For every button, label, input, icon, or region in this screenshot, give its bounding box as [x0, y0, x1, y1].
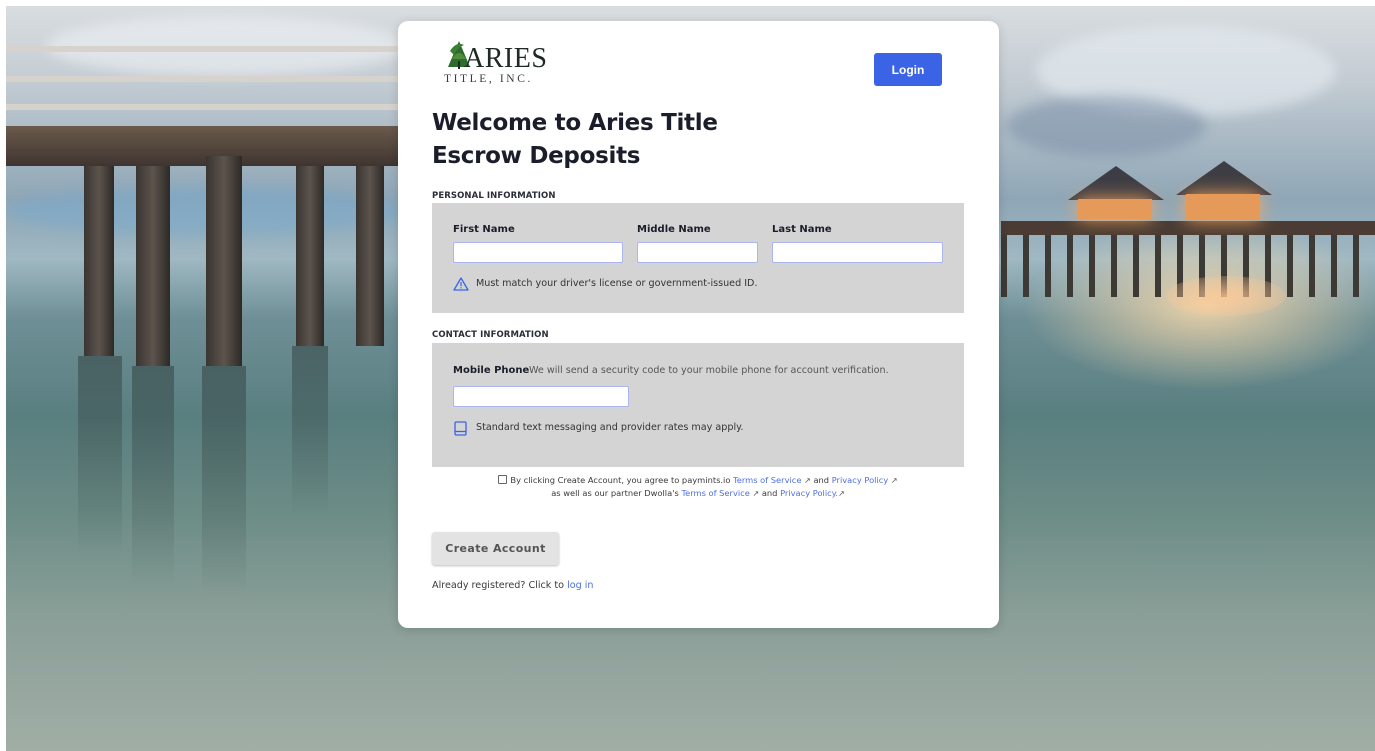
paymints-terms-link[interactable]: Terms of Service: [733, 475, 801, 485]
logo-wordmark: ARIES: [464, 43, 548, 74]
contact-info-panel: Mobile Phone We will send a security cod…: [432, 343, 964, 467]
warning-triangle-icon: [453, 277, 469, 291]
dwolla-terms-link[interactable]: Terms of Service: [681, 488, 749, 498]
page-title: Welcome to Aries Title Escrow Deposits: [432, 110, 718, 169]
external-link-icon: ↗: [804, 476, 811, 485]
mobile-phone-icon: [454, 421, 467, 436]
logo-subtext: TITLE, INC.: [444, 73, 533, 85]
dwolla-privacy-link[interactable]: Privacy Policy.: [780, 488, 838, 498]
agree-and-1: and: [813, 475, 830, 485]
last-name-input[interactable]: [772, 242, 943, 263]
personal-info-panel: First Name Middle Name Last Name Must ma…: [432, 203, 964, 313]
agree-text-1: By clicking Create Account, you agree to…: [510, 475, 731, 485]
contact-section-label: CONTACT INFORMATION: [432, 330, 549, 340]
login-link[interactable]: log in: [567, 580, 593, 591]
external-link-icon: ↗: [890, 476, 898, 485]
agree-and-2: and: [761, 488, 778, 498]
mobile-phone-hint: We will send a security code to your mob…: [529, 365, 889, 376]
external-link-icon: ↗: [752, 489, 760, 498]
sms-rates-note: Standard text messaging and provider rat…: [476, 422, 744, 433]
mobile-phone-label: Mobile Phone: [453, 365, 530, 376]
id-match-note: Must match your driver's license or gove…: [476, 278, 758, 289]
paymints-privacy-link[interactable]: Privacy Policy: [832, 475, 889, 485]
mobile-phone-input[interactable]: [453, 386, 629, 407]
already-registered-text: Already registered? Click to: [432, 580, 565, 591]
signup-card: ARIES TITLE, INC. Login Welcome to Aries…: [398, 21, 999, 628]
terms-agreement: By clicking Create Account, you agree to…: [432, 474, 964, 500]
create-account-button[interactable]: Create Account: [432, 532, 559, 565]
already-registered: Already registered? Click to log in: [432, 580, 594, 591]
company-logo: ARIES TITLE, INC.: [444, 41, 564, 91]
first-name-label: First Name: [453, 224, 515, 235]
middle-name-input[interactable]: [637, 242, 758, 263]
agree-text-2: as well as our partner Dwolla's: [551, 488, 679, 498]
personal-section-label: PERSONAL INFORMATION: [432, 191, 556, 201]
agree-checkbox[interactable]: [498, 475, 508, 484]
external-link-icon: ↗: [838, 489, 845, 498]
last-name-label: Last Name: [772, 224, 832, 235]
login-button[interactable]: Login: [874, 53, 942, 86]
first-name-input[interactable]: [453, 242, 623, 263]
middle-name-label: Middle Name: [637, 224, 711, 235]
